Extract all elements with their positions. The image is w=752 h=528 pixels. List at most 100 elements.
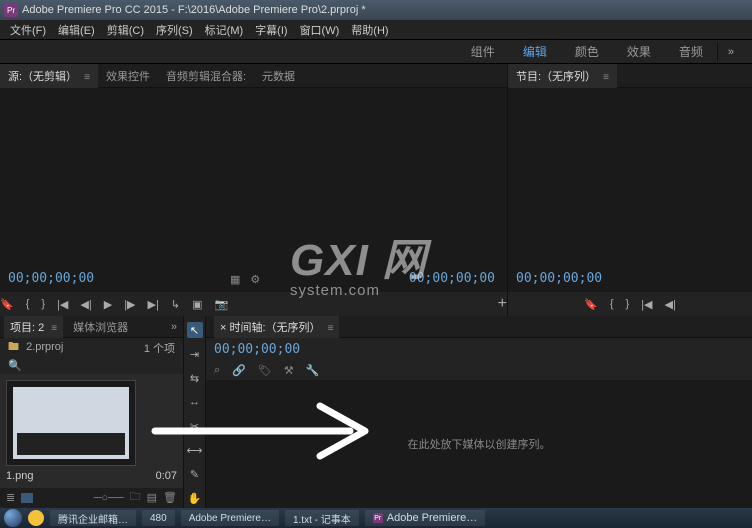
razor-tool-icon[interactable]: ✂ (187, 418, 203, 434)
project-header-row: 🖿 2.prproj 1 个项 (0, 338, 183, 357)
mark-in-icon[interactable]: { (26, 298, 30, 310)
fit-icon[interactable]: ▦ (230, 273, 240, 286)
program-timecode[interactable]: 00;00;00;00 (516, 271, 602, 286)
step-back-icon[interactable]: ◀| (665, 298, 676, 311)
linked-selection-icon[interactable]: 🔗 (232, 364, 246, 377)
timeline-timecode[interactable]: 00;00;00;00 (206, 338, 752, 360)
tab-timeline-label: × 时间轴:（无序列） (220, 322, 321, 334)
taskbar-item-5[interactable]: PrAdobe Premiere… (365, 510, 486, 526)
mark-out-icon[interactable]: } (626, 298, 630, 310)
timeline-settings-icon[interactable]: ⚒ (284, 364, 294, 377)
delete-icon[interactable]: 🗑 (163, 491, 177, 504)
mark-in-icon[interactable]: { (610, 298, 614, 310)
new-bin-icon[interactable]: 🗀 (130, 488, 141, 507)
tab-project[interactable]: 项目: 2 ≡ (4, 316, 63, 338)
tab-effect-controls[interactable]: 效果控件 (98, 64, 158, 88)
snap-icon[interactable]: ⌕ (214, 364, 220, 377)
menu-help[interactable]: 帮助(H) (345, 20, 394, 40)
start-button[interactable] (4, 509, 22, 527)
workspace-bar: 组件 编辑 颜色 效果 音频 » (0, 40, 752, 64)
go-to-in-icon[interactable]: |◀ (57, 298, 68, 311)
pen-tool-icon[interactable]: ✎ (187, 466, 203, 482)
rate-stretch-tool-icon[interactable]: ↔ (187, 394, 203, 410)
list-view-icon[interactable]: ≣ (6, 491, 15, 504)
taskbar-item-4[interactable]: 1.txt - 记事本 (285, 510, 359, 526)
program-monitor-body: 00;00;00;00 (508, 88, 752, 292)
tab-menu-icon[interactable]: ≡ (51, 323, 57, 334)
mark-out-icon[interactable]: } (41, 298, 45, 310)
tab-audio-clip-mixer[interactable]: 音频剪辑混合器: (158, 64, 254, 88)
workspace-audio[interactable]: 音频 (665, 39, 717, 64)
menu-sequence[interactable]: 序列(S) (150, 20, 199, 40)
workspace-more[interactable]: » (717, 42, 744, 62)
add-marker-icon[interactable]: 🏷 (258, 364, 272, 377)
overwrite-icon[interactable]: ▣ (192, 298, 202, 311)
add-button-icon[interactable]: + (498, 295, 507, 313)
clip-thumbnail[interactable] (6, 380, 136, 466)
marker-icon[interactable]: 🔖 (584, 298, 598, 311)
tab-program-noseq[interactable]: 节目:（无序列） ≡ (508, 64, 617, 88)
tab-source-label: 源:（无剪辑） (8, 71, 77, 83)
search-icon[interactable]: 🔍 (8, 359, 22, 372)
new-item-icon[interactable]: ▤ (147, 491, 157, 504)
timeline-toolbar: ⌕ 🔗 🏷 ⚒ 🔧 (206, 360, 752, 380)
workspace-effects[interactable]: 效果 (613, 39, 665, 64)
tab-menu-icon[interactable]: ≡ (328, 323, 334, 334)
source-panel: 源:（无剪辑） ≡ 效果控件 音频剪辑混合器: 元数据 00;00;00;00 … (0, 64, 508, 316)
workspace-editing[interactable]: 编辑 (509, 39, 561, 64)
tool-palette: ↖ ⇥ ⇆ ↔ ✂ ⟷ ✎ ✋ (184, 316, 206, 508)
menu-file[interactable]: 文件(F) (4, 20, 52, 40)
icon-view-icon[interactable] (21, 493, 33, 503)
tab-source-noclip[interactable]: 源:（无剪辑） ≡ (0, 64, 98, 88)
tab-media-browser[interactable]: 媒体浏览器 (67, 316, 134, 338)
menu-marker[interactable]: 标记(M) (199, 20, 250, 40)
workspace-color[interactable]: 颜色 (561, 39, 613, 64)
project-panel: 项目: 2 ≡ 媒体浏览器 » 🖿 2.prproj 1 个项 🔍 1.png … (0, 316, 184, 508)
source-transport: 🔖 { } |◀ ◀| ▶ |▶ ▶| ↳ ▣ 📷 + (0, 292, 507, 316)
ripple-edit-tool-icon[interactable]: ⇆ (187, 370, 203, 386)
source-timecode-right: 00;00;00;00 (409, 271, 495, 286)
workspace-assembly[interactable]: 组件 (457, 39, 509, 64)
hand-tool-icon[interactable]: ✋ (187, 490, 203, 506)
timeline-panel-tabs: × 时间轴:（无序列） ≡ (206, 316, 752, 338)
track-select-tool-icon[interactable]: ⇥ (187, 346, 203, 362)
project-bin-body[interactable]: 1.png 0:07 (0, 374, 183, 488)
step-back-icon[interactable]: ◀| (80, 298, 91, 311)
zoom-slider[interactable]: ─○── (94, 492, 124, 504)
taskbar-item-3[interactable]: Adobe Premiere… (181, 510, 279, 526)
menu-edit[interactable]: 编辑(E) (52, 20, 101, 40)
export-frame-icon[interactable]: 📷 (214, 298, 228, 311)
step-forward-icon[interactable]: |▶ (124, 298, 135, 311)
insert-icon[interactable]: ↳ (171, 298, 180, 311)
menu-clip[interactable]: 剪辑(C) (101, 20, 150, 40)
clip-name: 1.png (6, 470, 34, 482)
taskbar-item-2[interactable]: 480 (142, 510, 175, 526)
go-to-in-icon[interactable]: |◀ (641, 298, 652, 311)
wrench-icon[interactable]: 🔧 (306, 364, 320, 377)
program-transport: 🔖 { } |◀ ◀| (508, 292, 752, 316)
marker-icon[interactable]: 🔖 (0, 298, 14, 311)
timeline-drop-area[interactable]: 在此处放下媒体以创建序列。 (206, 380, 752, 508)
app-icon: Pr (4, 3, 18, 17)
panel-more-icon[interactable]: » (171, 321, 183, 333)
source-timecode-left[interactable]: 00;00;00;00 (8, 271, 94, 286)
timeline-panel: × 时间轴:（无序列） ≡ 00;00;00;00 ⌕ 🔗 🏷 ⚒ 🔧 在此处放… (206, 316, 752, 508)
menu-window[interactable]: 窗口(W) (294, 20, 346, 40)
taskbar-item-1[interactable]: 腾讯企业邮箱… (50, 510, 136, 526)
window-title: Adobe Premiere Pro CC 2015 - F:\2016\Ado… (22, 4, 366, 16)
folder-icon: 🖿 (8, 341, 19, 353)
tab-timeline-noseq[interactable]: × 时间轴:（无序列） ≡ (214, 316, 339, 338)
menu-bar: 文件(F) 编辑(E) 剪辑(C) 序列(S) 标记(M) 字幕(I) 窗口(W… (0, 20, 752, 40)
window-titlebar: Pr Adobe Premiere Pro CC 2015 - F:\2016\… (0, 0, 752, 20)
tab-menu-icon[interactable]: ≡ (603, 72, 609, 83)
tab-menu-icon[interactable]: ≡ (84, 72, 90, 83)
selection-tool-icon[interactable]: ↖ (187, 322, 203, 338)
menu-subtitle[interactable]: 字幕(I) (249, 20, 293, 40)
play-icon[interactable]: ▶ (104, 298, 112, 311)
settings-icon[interactable]: ⚙ (250, 273, 260, 286)
slip-tool-icon[interactable]: ⟷ (187, 442, 203, 458)
tab-metadata[interactable]: 元数据 (254, 64, 303, 88)
go-to-out-icon[interactable]: ▶| (148, 298, 159, 311)
taskbar-pinned-icon[interactable] (28, 510, 44, 526)
windows-taskbar: 腾讯企业邮箱… 480 Adobe Premiere… 1.txt - 记事本 … (0, 508, 752, 528)
